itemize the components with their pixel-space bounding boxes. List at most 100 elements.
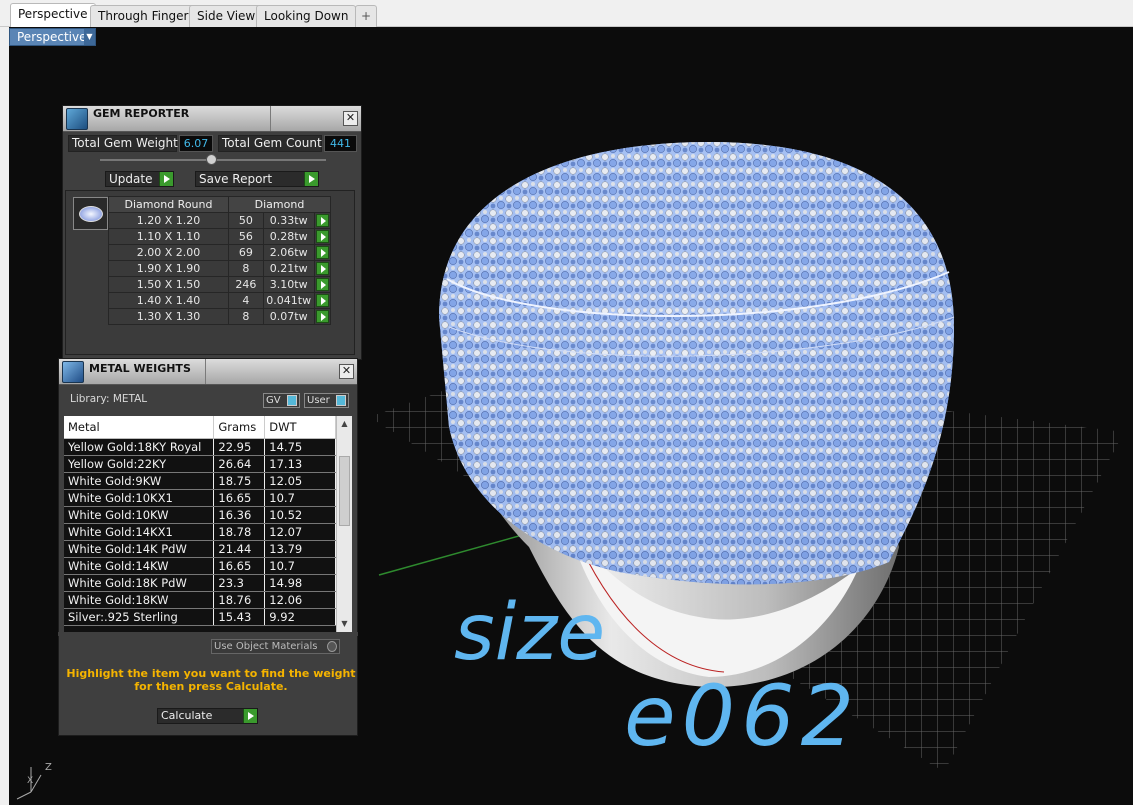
gem-count: 8 (228, 260, 264, 277)
scroll-down-icon[interactable]: ▼ (339, 618, 350, 630)
metal-list-scrollbar[interactable]: ▲ ▼ (336, 416, 352, 632)
scrollbar-thumb[interactable] (339, 456, 350, 526)
metal-grams: 21.44 (213, 540, 266, 558)
total-gem-weight-label: Total Gem Weight (68, 135, 178, 152)
metal-dwt: 17.13 (264, 455, 336, 473)
titlebar-divider (205, 359, 206, 384)
table-row[interactable]: Yellow Gold:18KY Royal 22.95 14.75 (64, 438, 336, 456)
gem-size: 1.30 X 1.30 (108, 308, 229, 325)
table-row[interactable]: White Gold:18K PdW 23.3 14.98 (64, 574, 336, 592)
add-tab-button[interactable]: + (355, 5, 378, 27)
user-label: User (307, 395, 330, 406)
gem-count: 246 (228, 276, 264, 293)
gem-size: 1.20 X 1.20 (108, 212, 229, 229)
tab-side-view[interactable]: Side View (189, 5, 264, 27)
select-row-arrow-icon[interactable] (313, 308, 332, 325)
viewport-name: Perspective (17, 30, 87, 44)
cad-application: Perspective Through Finger Side View Loo… (0, 0, 1133, 805)
gem-weight: 3.10tw (262, 276, 315, 293)
update-button[interactable]: Update (105, 171, 174, 187)
save-report-button[interactable]: Save Report (195, 171, 319, 187)
table-row[interactable]: Yellow Gold:22KY 26.64 17.13 (64, 455, 336, 473)
table-row[interactable]: Silver:.925 Sterling 15.43 9.92 (64, 608, 336, 626)
gem-size: 2.00 X 2.00 (108, 244, 229, 261)
gem-shape-header: Diamond Round (108, 196, 229, 213)
play-arrow-icon (159, 172, 173, 186)
table-row[interactable]: 1.90 X 1.90 8 0.21tw (108, 260, 332, 277)
col-metal-header[interactable]: Metal (64, 416, 215, 439)
calculate-button[interactable]: Calculate (157, 708, 258, 724)
gem-weight: 0.28tw (262, 228, 315, 245)
table-row[interactable]: 2.00 X 2.00 69 2.06tw (108, 244, 332, 261)
viewport-name-dropdown[interactable]: Perspective ▼ (9, 28, 96, 46)
metal-grams: 16.36 (213, 506, 266, 524)
metal-dwt: 10.7 (264, 557, 336, 575)
user-toggle[interactable]: User (304, 393, 349, 408)
metal-dwt: 14.98 (264, 574, 336, 592)
table-row[interactable]: 1.30 X 1.30 8 0.07tw (108, 308, 332, 325)
metal-weights-icon (62, 361, 84, 383)
col-grams-header[interactable]: Grams (213, 416, 266, 439)
tab-perspective[interactable]: Perspective (10, 3, 96, 27)
select-row-arrow-icon[interactable] (313, 244, 332, 261)
metal-name: White Gold:14KX1 (64, 523, 215, 541)
metal-weights-title: METAL WEIGHTS (89, 362, 191, 375)
total-gem-count-value: 441 (324, 135, 357, 152)
axis-z-label: Z (45, 762, 52, 773)
gem-weight: 0.33tw (262, 212, 315, 229)
scroll-up-icon[interactable]: ▲ (339, 418, 350, 430)
library-label: Library: METAL (70, 393, 148, 405)
gem-reporter-titlebar[interactable]: GEM REPORTER ✕ (63, 106, 361, 132)
metal-name: White Gold:18K PdW (64, 574, 215, 592)
chevron-down-icon[interactable]: ▼ (84, 29, 95, 45)
tab-looking-down[interactable]: Looking Down (256, 5, 357, 27)
update-label: Update (109, 172, 153, 186)
close-icon[interactable]: ✕ (339, 364, 354, 379)
annotation-size-text: size (454, 588, 605, 678)
metal-grams: 15.43 (213, 608, 266, 626)
use-object-materials-toggle[interactable]: Use Object Materials (211, 639, 340, 654)
gem-reporter-title: GEM REPORTER (93, 107, 190, 120)
table-row[interactable]: White Gold:14K PdW 21.44 13.79 (64, 540, 336, 558)
save-report-label: Save Report (199, 172, 273, 186)
select-row-arrow-icon[interactable] (313, 260, 332, 277)
viewport-left-edge (0, 27, 9, 805)
gem-count: 50 (228, 212, 264, 229)
close-icon[interactable]: ✕ (343, 111, 358, 126)
metal-dwt: 12.06 (264, 591, 336, 609)
table-row[interactable]: 1.20 X 1.20 50 0.33tw (108, 212, 332, 229)
table-row[interactable]: White Gold:10KW 16.36 10.52 (64, 506, 336, 524)
tab-through-finger[interactable]: Through Finger (90, 5, 197, 27)
metal-dwt: 9.92 (264, 608, 336, 626)
select-row-arrow-icon[interactable] (313, 276, 332, 293)
table-row[interactable]: White Gold:10KX1 16.65 10.7 (64, 489, 336, 507)
table-row[interactable]: 1.50 X 1.50 246 3.10tw (108, 276, 332, 293)
gv-label: GV (266, 395, 281, 406)
axis-x-label: X (27, 776, 33, 786)
gem-count: 56 (228, 228, 264, 245)
size-slider-handle[interactable] (206, 154, 217, 165)
col-dwt-header[interactable]: DWT (264, 416, 336, 439)
table-row[interactable]: 1.10 X 1.10 56 0.28tw (108, 228, 332, 245)
pave-gem-dome (439, 142, 955, 585)
metal-grams: 26.64 (213, 455, 266, 473)
gem-count: 4 (228, 292, 264, 309)
select-row-arrow-icon[interactable] (313, 292, 332, 309)
metal-grams: 16.65 (213, 557, 266, 575)
select-row-arrow-icon[interactable] (313, 228, 332, 245)
titlebar-divider (270, 106, 271, 131)
gem-material-header: Diamond (228, 196, 331, 213)
gv-toggle[interactable]: GV (263, 393, 300, 408)
metal-dwt: 12.07 (264, 523, 336, 541)
metal-grams: 22.95 (213, 438, 266, 456)
metal-grams: 23.3 (213, 574, 266, 592)
metal-weights-titlebar[interactable]: METAL WEIGHTS ✕ (59, 359, 357, 385)
table-row[interactable]: 1.40 X 1.40 4 0.041tw (108, 292, 332, 309)
gem-size: 1.10 X 1.10 (108, 228, 229, 245)
gem-count: 69 (228, 244, 264, 261)
select-row-arrow-icon[interactable] (313, 212, 332, 229)
table-row[interactable]: White Gold:14KX1 18.78 12.07 (64, 523, 336, 541)
table-row[interactable]: White Gold:18KW 18.76 12.06 (64, 591, 336, 609)
table-row[interactable]: White Gold:14KW 16.65 10.7 (64, 557, 336, 575)
table-row[interactable]: White Gold:9KW 18.75 12.05 (64, 472, 336, 490)
